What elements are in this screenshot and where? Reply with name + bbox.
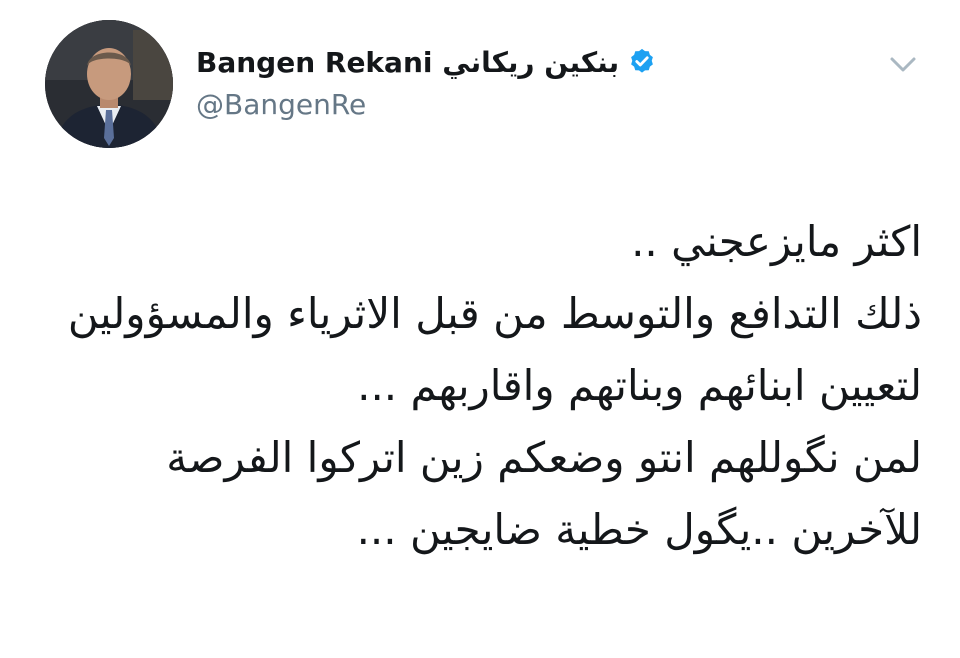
chevron-down-icon[interactable] <box>880 50 926 80</box>
tweet-card: Bangen Rekani بنكين ريكاني @BangenRe اكث… <box>0 0 960 658</box>
author-display-name[interactable]: Bangen Rekani بنكين ريكاني <box>196 46 619 79</box>
tweet-line: لمن نگوللهم انتو وضعكم زين اتركوا الفرصة <box>166 433 922 482</box>
author-handle[interactable]: @BangenRe <box>196 88 366 121</box>
verified-badge-icon <box>631 48 653 73</box>
tweet-line: للآخرين ..يگول خطية ضايجين ... <box>356 505 922 554</box>
author-name-row[interactable]: Bangen Rekani بنكين ريكاني <box>196 42 657 82</box>
tweet-line: لتعيين ابنائهم وبناتهم واقاربهم ... <box>357 361 922 410</box>
tweet-line: اكثر مايزعجني .. <box>631 217 922 266</box>
tweet-line: ذلك التدافع والتوسط من قبل الاثرياء والم… <box>67 289 922 338</box>
avatar[interactable] <box>45 20 173 148</box>
avatar-image <box>45 20 173 148</box>
tweet-text: اكثر مايزعجني .. ذلك التدافع والتوسط من … <box>42 206 922 566</box>
